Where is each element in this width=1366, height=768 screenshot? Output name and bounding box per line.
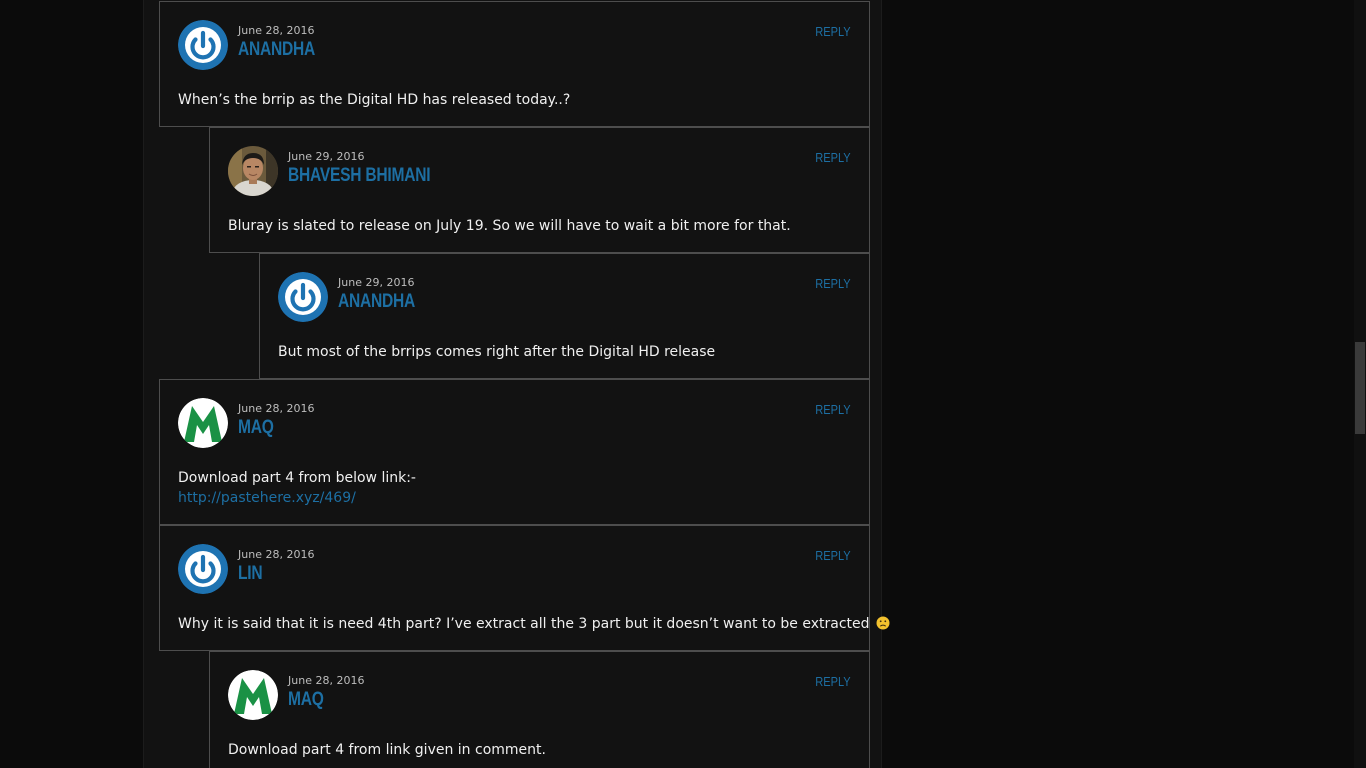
m-logo-icon[interactable] <box>228 670 278 720</box>
comment-item: June 28, 2016 ANANDHA REPLY When’s the b… <box>159 1 870 127</box>
reply-link[interactable]: REPLY <box>816 548 851 563</box>
power-icon[interactable] <box>178 20 228 70</box>
comment-author[interactable]: MAQ <box>238 417 274 439</box>
comment-date: June 28, 2016 <box>238 402 315 415</box>
page: June 28, 2016 ANANDHA REPLY When’s the b… <box>0 0 1366 768</box>
comment-date: June 29, 2016 <box>288 150 365 163</box>
reply-link[interactable]: REPLY <box>816 24 851 39</box>
power-icon[interactable] <box>278 272 328 322</box>
comment-item: June 28, 2016 LIN REPLY Why it is said t… <box>159 525 890 651</box>
scrollbar[interactable] <box>1354 0 1366 768</box>
comment-item: June 29, 2016 ANANDHA REPLY But most of … <box>259 253 870 379</box>
comment-item: June 29, 2016 BHAVESH BHIMANI REPLY Blur… <box>209 127 870 253</box>
reply-link[interactable]: REPLY <box>816 402 851 417</box>
comment-date: June 28, 2016 <box>238 24 315 37</box>
comment-text: Download part 4 from below link:- http:/… <box>178 468 416 508</box>
comment-date: June 29, 2016 <box>338 276 415 289</box>
comment-text-line: Download part 4 from below link:- <box>178 470 416 486</box>
comment-text: When’s the brrip as the Digital HD has r… <box>178 92 571 108</box>
user-photo[interactable] <box>228 146 278 196</box>
power-icon[interactable] <box>178 544 228 594</box>
comment-author[interactable]: ANANDHA <box>238 39 315 61</box>
reply-link[interactable]: REPLY <box>816 150 851 165</box>
sad-face-icon <box>876 616 890 630</box>
comment-text: Bluray is slated to release on July 19. … <box>228 218 791 234</box>
reply-link[interactable]: REPLY <box>816 276 851 291</box>
comment-date: June 28, 2016 <box>288 674 365 687</box>
comments-column: June 28, 2016 ANANDHA REPLY When’s the b… <box>143 0 890 768</box>
comment-text: Download part 4 from link given in comme… <box>228 742 546 758</box>
comment-author[interactable]: MAQ <box>288 689 324 711</box>
reply-link[interactable]: REPLY <box>816 674 851 689</box>
comment-text-line: Why it is said that it is need 4th part?… <box>178 616 870 632</box>
comment-item: June 28, 2016 MAQ REPLY Download part 4 … <box>159 379 870 525</box>
scrollbar-thumb[interactable] <box>1355 342 1365 434</box>
comment-text: Why it is said that it is need 4th part?… <box>178 614 890 634</box>
paste-link[interactable]: http://pastehere.xyz/469/ <box>178 488 416 508</box>
comment-author[interactable]: ANANDHA <box>338 291 415 313</box>
comment-item: June 28, 2016 MAQ REPLY Download part 4 … <box>209 651 870 768</box>
comment-date: June 28, 2016 <box>238 548 315 561</box>
comment-text: But most of the brrips comes right after… <box>278 344 716 360</box>
m-logo-icon[interactable] <box>178 398 228 448</box>
comment-author[interactable]: LIN <box>238 563 263 585</box>
comment-author[interactable]: BHAVESH BHIMANI <box>288 165 431 187</box>
